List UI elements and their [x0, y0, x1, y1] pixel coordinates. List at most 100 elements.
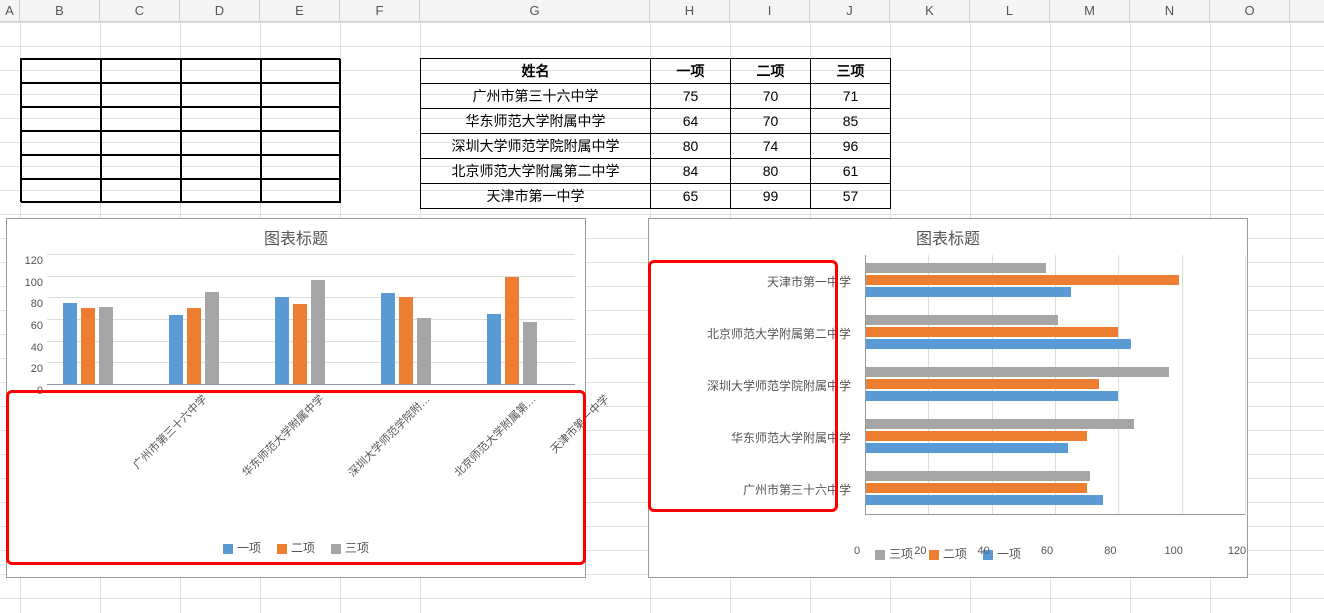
bar: [381, 293, 395, 384]
table-header[interactable]: 二项: [731, 59, 811, 84]
legend-item: 三项: [331, 539, 369, 556]
bar: [487, 314, 501, 384]
cell-name[interactable]: 北京师范大学附属第二中学: [421, 159, 651, 184]
bar-chart-x-axis: 020406080100120: [649, 515, 1247, 541]
col-header-E[interactable]: E: [260, 0, 340, 21]
cell-value[interactable]: 65: [651, 184, 731, 209]
table-row[interactable]: 华东师范大学附属中学647085: [421, 109, 891, 134]
empty-cell[interactable]: [181, 179, 261, 203]
x-tick: 120: [1228, 545, 1246, 557]
hbar: [865, 391, 1118, 401]
empty-cell[interactable]: [261, 131, 341, 155]
cell-value[interactable]: 70: [731, 84, 811, 109]
empty-cell[interactable]: [21, 83, 101, 107]
table-header[interactable]: 一项: [651, 59, 731, 84]
y-category-label: 北京师范大学附属第二中学: [657, 325, 851, 342]
cell-value[interactable]: 61: [811, 159, 891, 184]
empty-cell[interactable]: [261, 59, 341, 83]
spreadsheet[interactable]: ABCDEFGHIJKLMNO 姓名一项二项三项广州市第三十六中学757071华…: [0, 0, 1324, 613]
cell-value[interactable]: 85: [811, 109, 891, 134]
empty-cell[interactable]: [21, 131, 101, 155]
bar-chart[interactable]: 图表标题 天津市第一中学北京师范大学附属第二中学深圳大学师范学院附属中学华东师范…: [648, 218, 1248, 578]
empty-cell[interactable]: [21, 155, 101, 179]
col-header-L[interactable]: L: [970, 0, 1050, 21]
empty-cell[interactable]: [21, 107, 101, 131]
empty-cell[interactable]: [261, 107, 341, 131]
empty-bordered-range[interactable]: [20, 58, 340, 202]
table-row[interactable]: 深圳大学师范学院附属中学807496: [421, 134, 891, 159]
hbar: [865, 431, 1087, 441]
empty-cell[interactable]: [261, 83, 341, 107]
cell-name[interactable]: 广州市第三十六中学: [421, 84, 651, 109]
cell-value[interactable]: 99: [731, 184, 811, 209]
empty-cell[interactable]: [101, 59, 181, 83]
col-header-J[interactable]: J: [810, 0, 890, 21]
col-header-K[interactable]: K: [890, 0, 970, 21]
empty-cell[interactable]: [101, 155, 181, 179]
col-header-A[interactable]: A: [0, 0, 20, 21]
empty-cell[interactable]: [101, 179, 181, 203]
empty-cell[interactable]: [261, 155, 341, 179]
col-header-G[interactable]: G: [420, 0, 650, 21]
table-header[interactable]: 三项: [811, 59, 891, 84]
legend-swatch: [223, 544, 233, 554]
cell-value[interactable]: 71: [811, 84, 891, 109]
x-tick: 100: [1164, 545, 1182, 557]
col-header-O[interactable]: O: [1210, 0, 1290, 21]
col-header-B[interactable]: B: [20, 0, 100, 21]
table-row[interactable]: 北京师范大学附属第二中学848061: [421, 159, 891, 184]
hbar: [865, 275, 1179, 285]
empty-cell[interactable]: [181, 83, 261, 107]
cell-value[interactable]: 96: [811, 134, 891, 159]
col-header-D[interactable]: D: [180, 0, 260, 21]
empty-cell[interactable]: [261, 179, 341, 203]
hbar: [865, 419, 1134, 429]
legend-item: 二项: [277, 539, 315, 556]
empty-cell[interactable]: [21, 179, 101, 203]
cell-value[interactable]: 74: [731, 134, 811, 159]
chart2-title: 图表标题: [649, 219, 1247, 255]
data-table[interactable]: 姓名一项二项三项广州市第三十六中学757071华东师范大学附属中学647085深…: [420, 58, 891, 209]
cell-value[interactable]: 80: [651, 134, 731, 159]
table-row[interactable]: 天津市第一中学659957: [421, 184, 891, 209]
empty-cell[interactable]: [181, 131, 261, 155]
column-chart[interactable]: 图表标题 020406080100120 广州市第三十六中学华东师范大学附属中学…: [6, 218, 586, 578]
cell-value[interactable]: 64: [651, 109, 731, 134]
hbar: [865, 287, 1071, 297]
y-category-label: 广州市第三十六中学: [657, 481, 851, 498]
col-header-H[interactable]: H: [650, 0, 730, 21]
y-tick: 120: [17, 255, 43, 267]
empty-cell[interactable]: [101, 83, 181, 107]
cell-name[interactable]: 天津市第一中学: [421, 184, 651, 209]
empty-cell[interactable]: [181, 107, 261, 131]
bar: [275, 297, 289, 384]
cell-value[interactable]: 75: [651, 84, 731, 109]
empty-cell[interactable]: [101, 131, 181, 155]
cell-name[interactable]: 华东师范大学附属中学: [421, 109, 651, 134]
col-header-M[interactable]: M: [1050, 0, 1130, 21]
col-header-N[interactable]: N: [1130, 0, 1210, 21]
table-header[interactable]: 姓名: [421, 59, 651, 84]
bar: [311, 280, 325, 384]
bar: [505, 277, 519, 384]
bar: [187, 308, 201, 384]
empty-cell[interactable]: [101, 107, 181, 131]
empty-cell[interactable]: [181, 59, 261, 83]
cell-value[interactable]: 57: [811, 184, 891, 209]
empty-cell[interactable]: [181, 155, 261, 179]
legend-item: 二项: [929, 545, 967, 562]
hbar: [865, 443, 1068, 453]
empty-cell[interactable]: [21, 59, 101, 83]
bar: [399, 297, 413, 384]
cell-value[interactable]: 80: [731, 159, 811, 184]
col-header-I[interactable]: I: [730, 0, 810, 21]
col-header-C[interactable]: C: [100, 0, 180, 21]
bar: [417, 318, 431, 384]
col-header-F[interactable]: F: [340, 0, 420, 21]
hbar: [865, 263, 1046, 273]
cell-value[interactable]: 70: [731, 109, 811, 134]
cell-name[interactable]: 深圳大学师范学院附属中学: [421, 134, 651, 159]
legend-swatch: [277, 544, 287, 554]
table-row[interactable]: 广州市第三十六中学757071: [421, 84, 891, 109]
cell-value[interactable]: 84: [651, 159, 731, 184]
